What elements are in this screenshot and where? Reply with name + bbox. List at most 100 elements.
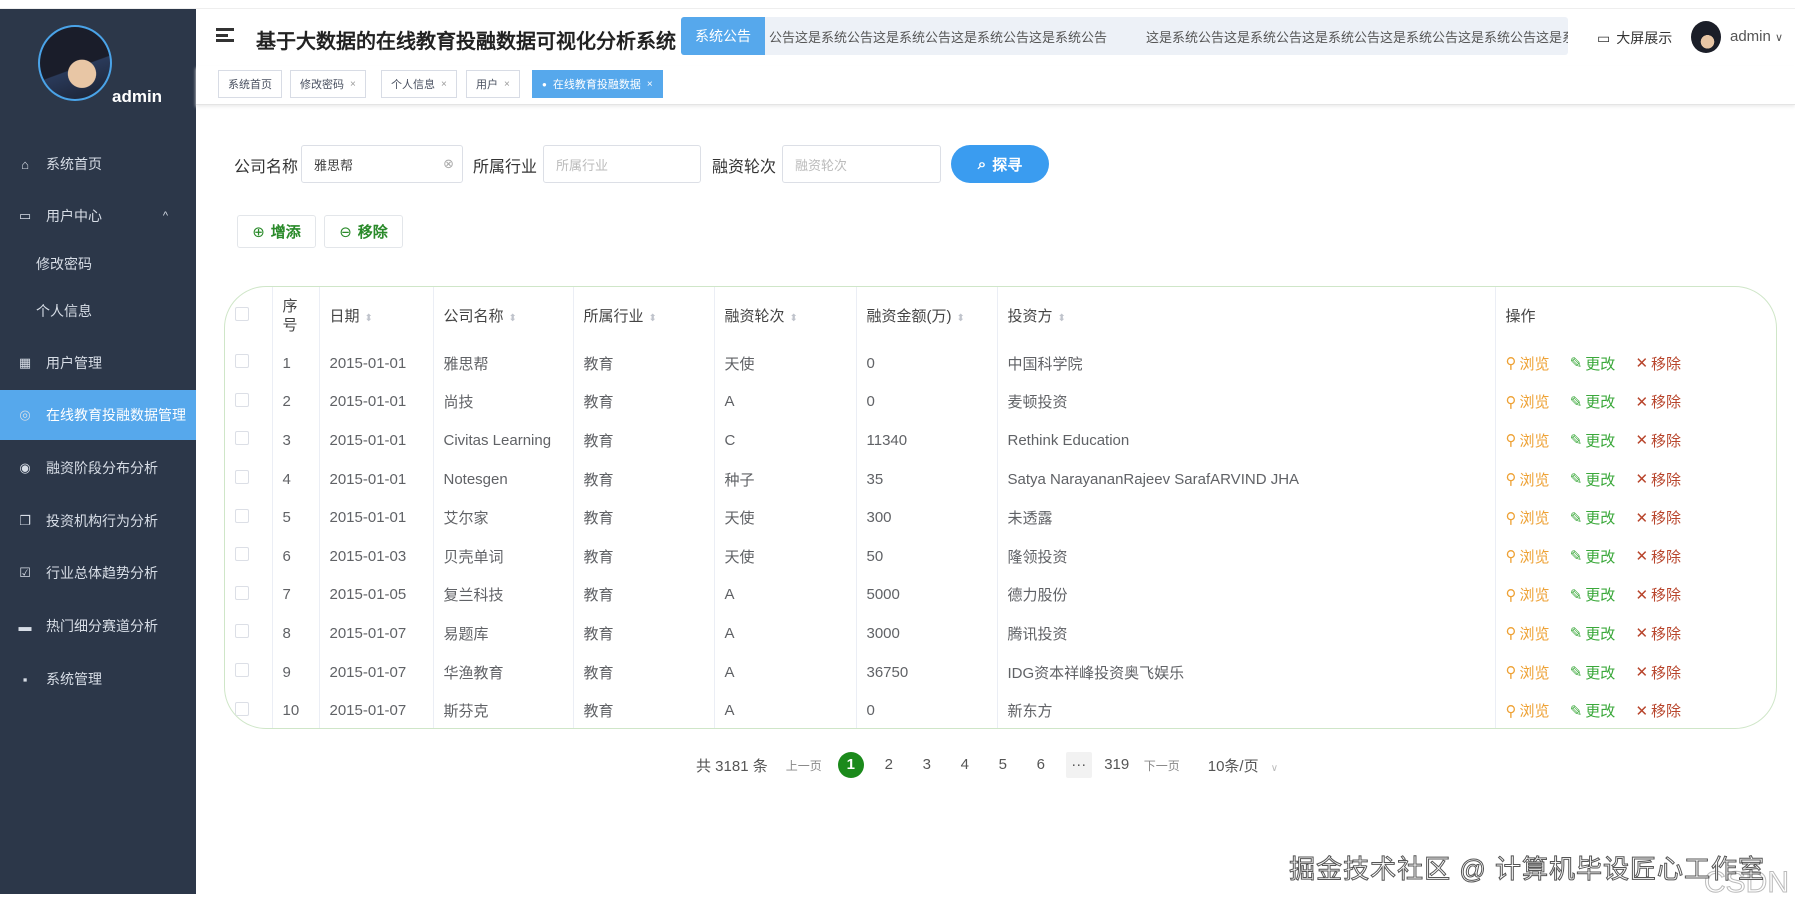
view-button[interactable]: ⚲浏览 [1506,469,1550,490]
col-industry[interactable]: 所属行业⬍ [573,287,714,344]
page-4[interactable]: 4 [952,752,978,778]
page-5[interactable]: 5 [990,752,1016,778]
sidebar-item-9[interactable]: ▬热门细分赛道分析 [0,601,196,651]
sort-icon[interactable]: ⬍ [1058,313,1066,324]
edit-button[interactable]: ✎更改 [1570,469,1616,490]
company-input[interactable]: 雅思帮⊗ [301,145,463,183]
tab-2[interactable]: 个人信息× [381,70,457,98]
user-menu[interactable]: admin ∨ [1730,28,1783,45]
next-page-button[interactable]: 下一页 [1144,757,1180,774]
delete-button[interactable]: ✕移除 [1635,546,1681,567]
row-checkbox[interactable] [235,431,249,445]
col-date[interactable]: 日期⬍ [319,287,433,344]
delete-button[interactable]: ✕移除 [1635,353,1681,374]
edit-button[interactable]: ✎更改 [1570,623,1616,644]
row-select[interactable] [225,614,272,653]
round-input[interactable]: 融资轮次 [782,145,941,183]
delete-button[interactable]: ✕移除 [1635,700,1681,721]
row-checkbox[interactable] [235,547,249,561]
edit-button[interactable]: ✎更改 [1570,353,1616,374]
sort-icon[interactable]: ⬍ [509,313,517,324]
row-checkbox[interactable] [235,470,249,484]
row-select[interactable] [225,383,272,422]
view-button[interactable]: ⚲浏览 [1506,623,1550,644]
edit-button[interactable]: ✎更改 [1570,507,1616,528]
sort-icon[interactable]: ⬍ [957,313,965,324]
col-company[interactable]: 公司名称⬍ [433,287,573,344]
remove-button[interactable]: ⊖移除 [324,215,403,248]
row-select[interactable] [225,421,272,460]
delete-button[interactable]: ✕移除 [1635,623,1681,644]
sort-icon[interactable]: ⬍ [790,313,798,324]
page-2[interactable]: 2 [876,752,902,778]
close-icon[interactable]: × [441,79,447,90]
tab-0[interactable]: 系统首页 [218,70,282,98]
delete-button[interactable]: ✕移除 [1635,391,1681,412]
sidebar-item-3[interactable]: 个人信息 [0,286,196,336]
sidebar-item-4[interactable]: ▦用户管理 [0,338,196,388]
page-3[interactable]: 3 [914,752,940,778]
delete-button[interactable]: ✕移除 [1635,584,1681,605]
delete-button[interactable]: ✕移除 [1635,430,1681,451]
tab-4[interactable]: ●在线教育投融数据× [532,70,663,98]
close-icon[interactable]: × [350,79,356,90]
edit-button[interactable]: ✎更改 [1570,391,1616,412]
delete-button[interactable]: ✕移除 [1635,507,1681,528]
select-all-header[interactable] [225,287,272,344]
add-button[interactable]: ⊕增添 [237,215,316,248]
view-button[interactable]: ⚲浏览 [1506,546,1550,567]
row-checkbox[interactable] [235,509,249,523]
view-button[interactable]: ⚲浏览 [1506,391,1550,412]
edit-button[interactable]: ✎更改 [1570,546,1616,567]
page-6[interactable]: 6 [1028,752,1054,778]
select-all-checkbox[interactable] [235,307,249,321]
page-size-select[interactable]: 10条/页 ∨ [1208,755,1278,776]
view-button[interactable]: ⚲浏览 [1506,353,1550,374]
menu-toggle-icon[interactable] [216,28,234,42]
sort-icon[interactable]: ⬍ [365,313,373,324]
close-icon[interactable]: × [504,79,510,90]
edit-button[interactable]: ✎更改 [1570,662,1616,683]
view-button[interactable]: ⚲浏览 [1506,584,1550,605]
view-button[interactable]: ⚲浏览 [1506,430,1550,451]
tab-3[interactable]: 用户× [466,70,520,98]
tab-1[interactable]: 修改密码× [290,70,366,98]
view-button[interactable]: ⚲浏览 [1506,507,1550,528]
page-last[interactable]: 319 [1104,752,1130,778]
row-checkbox[interactable] [235,586,249,600]
row-select[interactable] [225,576,272,615]
view-button[interactable]: ⚲浏览 [1506,700,1550,721]
delete-button[interactable]: ✕移除 [1635,662,1681,683]
sidebar-item-0[interactable]: ⌂系统首页 [0,139,196,189]
row-select[interactable] [225,498,272,537]
sort-icon[interactable]: ⬍ [649,313,657,324]
edit-button[interactable]: ✎更改 [1570,584,1616,605]
col-amount[interactable]: 融资金额(万)⬍ [856,287,997,344]
sidebar-item-2[interactable]: 修改密码 [0,239,196,289]
prev-page-button[interactable]: 上一页 [786,757,822,774]
row-select[interactable] [225,653,272,692]
big-screen-button[interactable]: ▭大屏展示 [1597,28,1672,48]
sidebar-item-10[interactable]: ▪系统管理 [0,654,196,704]
industry-input[interactable]: 所属行业 [543,145,701,183]
sidebar-item-5[interactable]: ◎在线教育投融数据管理 [0,390,196,440]
sidebar-item-7[interactable]: ❐投资机构行为分析 [0,496,196,546]
row-select[interactable] [225,460,272,499]
row-checkbox[interactable] [235,702,249,716]
close-icon[interactable]: × [647,79,653,90]
row-select[interactable] [225,691,272,729]
sidebar-item-6[interactable]: ◉融资阶段分布分析 [0,443,196,493]
row-checkbox[interactable] [235,624,249,638]
sidebar-item-1[interactable]: ▭用户中心^ [0,191,196,241]
page-1[interactable]: 1 [838,752,864,778]
row-checkbox[interactable] [235,354,249,368]
user-avatar[interactable] [1691,21,1721,53]
row-select[interactable] [225,344,272,383]
col-investor[interactable]: 投资方⬍ [997,287,1495,344]
edit-button[interactable]: ✎更改 [1570,700,1616,721]
more-pages-button[interactable]: ··· [1066,752,1092,778]
view-button[interactable]: ⚲浏览 [1506,662,1550,683]
clear-icon[interactable]: ⊗ [443,156,454,172]
row-checkbox[interactable] [235,663,249,677]
col-round[interactable]: 融资轮次⬍ [714,287,856,344]
